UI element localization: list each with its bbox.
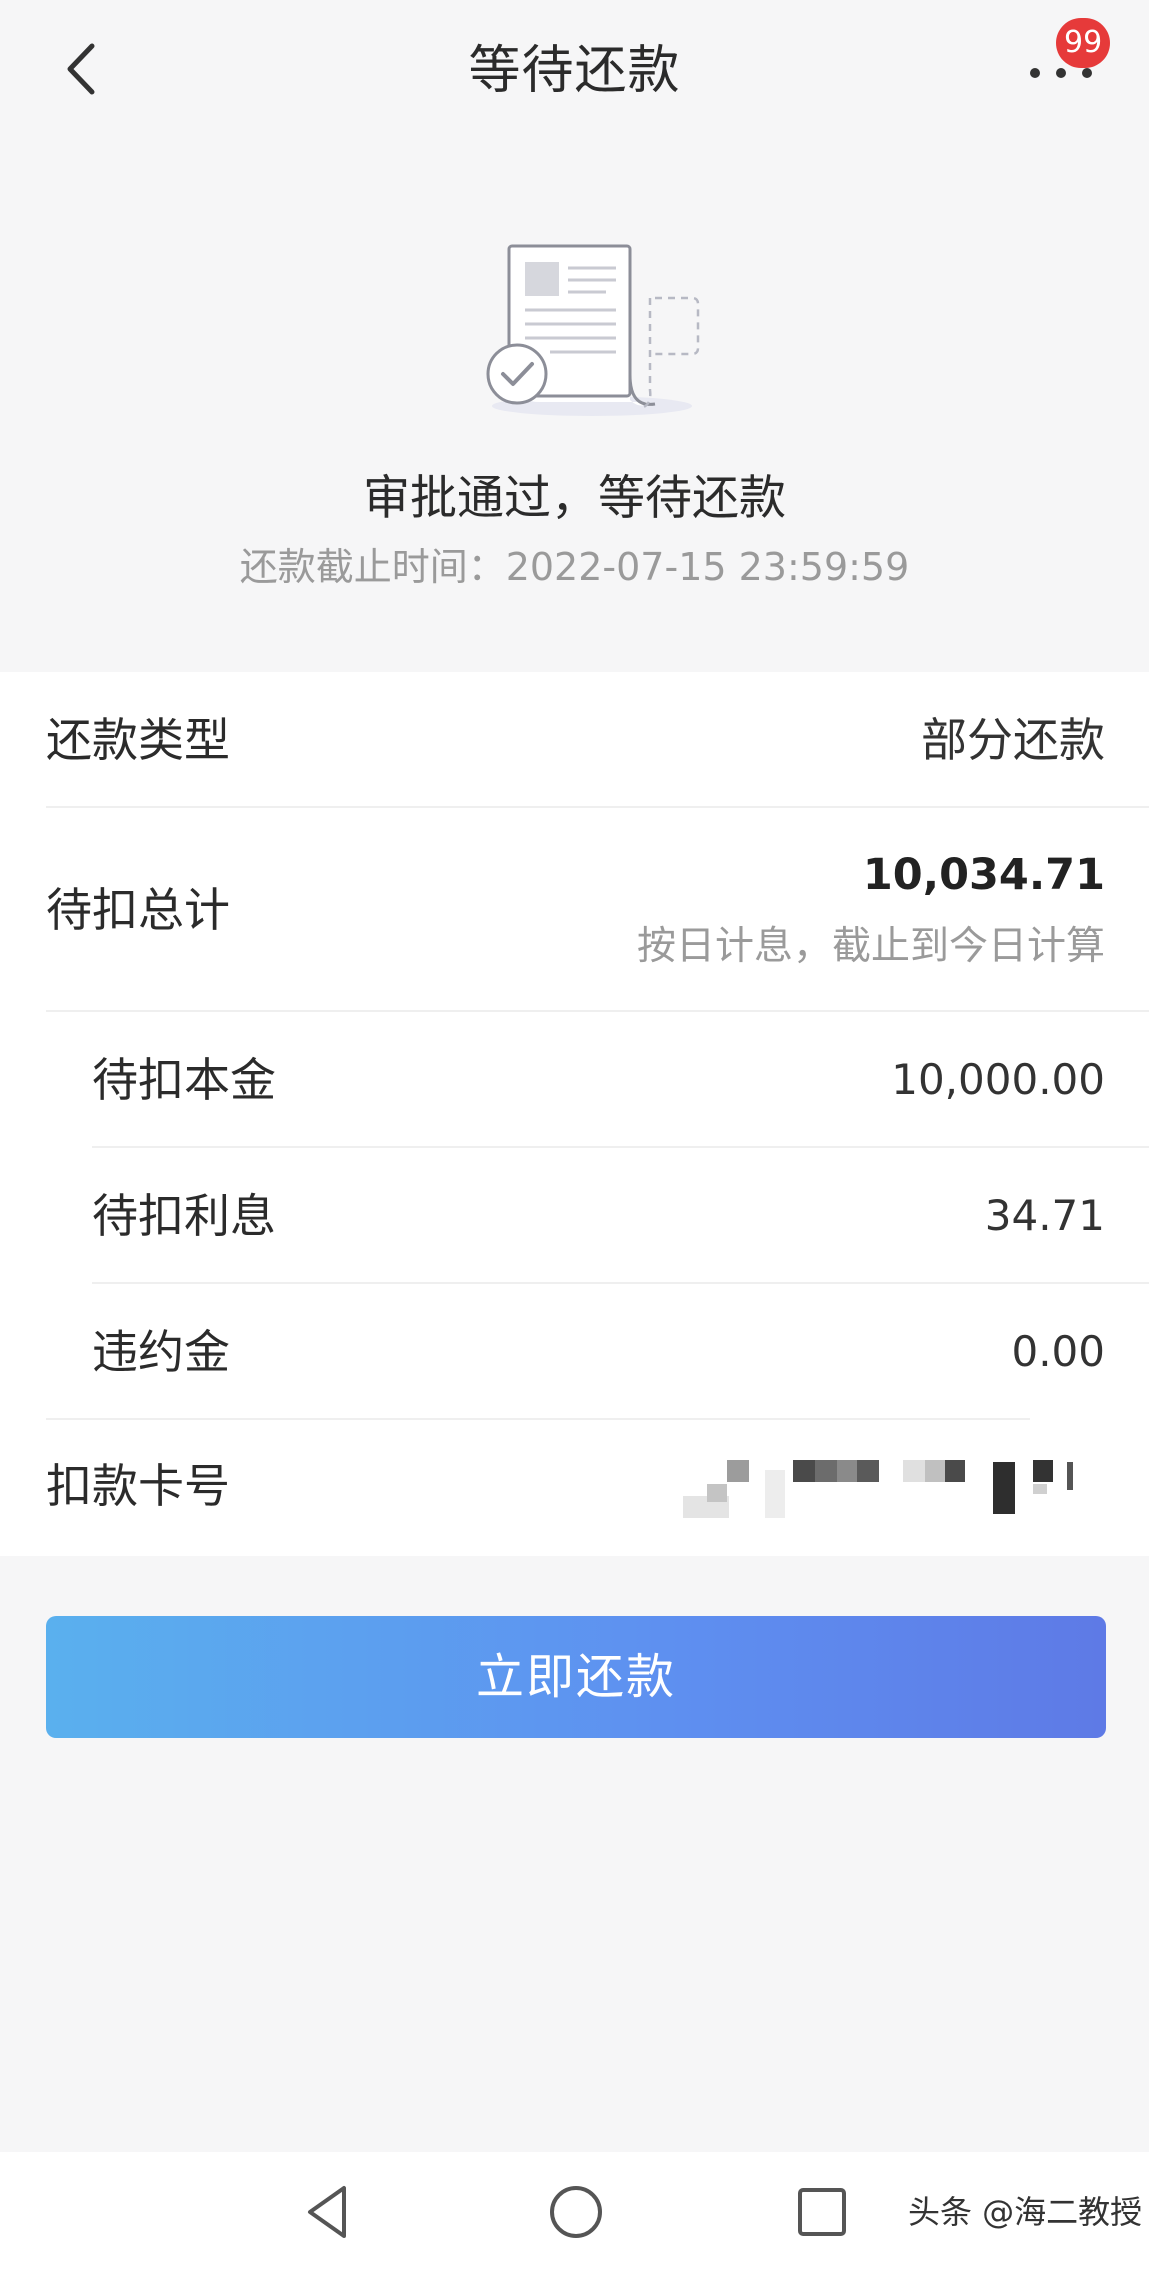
- repayment-deadline: 还款截止时间：2022-07-15 23:59:59: [239, 545, 910, 589]
- interest-row: 待扣利息 34.71: [0, 1148, 1149, 1284]
- repay-type-label: 还款类型: [46, 713, 230, 767]
- principal-amount: 10,000.00: [891, 1055, 1105, 1104]
- more-menu-button[interactable]: 99: [1020, 18, 1130, 100]
- principal-label: 待扣本金: [92, 1053, 276, 1107]
- repayment-details-card: 还款类型 部分还款 待扣总计 10,034.71 按日计息，截止到今日计算 待扣…: [0, 672, 1149, 1556]
- source-watermark: 头条 @海二教授: [908, 2193, 1143, 2231]
- repay-type-value: 部分还款: [921, 713, 1105, 767]
- total-label: 待扣总计: [46, 883, 230, 937]
- repay-type-row: 还款类型 部分还款: [0, 672, 1149, 808]
- top-bar: 等待还款 99: [0, 0, 1149, 140]
- principal-row: 待扣本金 10,000.00: [0, 1012, 1149, 1148]
- interest-calculation-note: 按日计息，截止到今日计算: [636, 924, 1105, 969]
- penalty-label: 违约金: [92, 1325, 230, 1379]
- triangle-back-icon[interactable]: [298, 2180, 362, 2244]
- notification-badge: 99: [1056, 18, 1111, 68]
- interest-label: 待扣利息: [92, 1189, 276, 1243]
- penalty-row: 违约金 0.00: [0, 1284, 1149, 1420]
- interest-amount: 34.71: [984, 1191, 1105, 1240]
- circle-home-icon[interactable]: [544, 2180, 608, 2244]
- square-recent-icon[interactable]: [790, 2180, 854, 2244]
- total-row: 待扣总计 10,034.71 按日计息，截止到今日计算: [0, 808, 1149, 1012]
- penalty-amount: 0.00: [1011, 1327, 1105, 1376]
- total-amount: 10,034.71: [862, 850, 1105, 900]
- more-dots-icon: [1030, 68, 1092, 78]
- page-title: 等待还款: [468, 41, 681, 101]
- approval-status-title: 审批通过，等待还款: [363, 471, 786, 526]
- document-approved-icon: [486, 244, 700, 416]
- pay-now-button[interactable]: 立即还款: [46, 1616, 1106, 1738]
- card-number-row: 扣款卡号: [0, 1420, 1149, 1556]
- card-number-label: 扣款卡号: [46, 1459, 230, 1513]
- masked-card-number: [683, 1460, 1073, 1518]
